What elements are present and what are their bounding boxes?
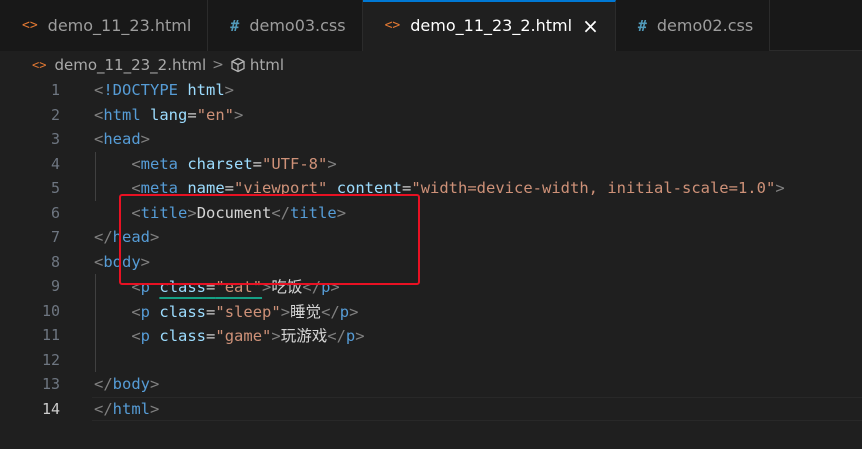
code-line[interactable]: 3 <head> — [0, 127, 862, 152]
tab-demo02-css[interactable]: # demo02.css — [615, 0, 771, 51]
editor-tab-bar: <> demo_11_23.html # demo03.css <> demo_… — [0, 0, 862, 51]
tab-demo03-css[interactable]: # demo03.css — [208, 0, 363, 51]
code-line[interactable]: 4 <meta charset="UTF-8"> — [0, 152, 862, 177]
code-text: <meta charset="UTF-8"> — [131, 154, 337, 173]
line-number: 12 — [41, 350, 60, 369]
line-number: 1 — [50, 81, 60, 100]
breadcrumb-file[interactable]: demo_11_23_2.html — [54, 56, 206, 74]
css-file-icon: # — [230, 16, 240, 35]
line-number: 3 — [50, 130, 60, 149]
code-line[interactable]: 11 <p class="game">玩游戏</p> — [0, 323, 862, 348]
close-icon[interactable]: × — [582, 16, 599, 36]
code-text: <p class="game">玩游戏</p> — [131, 327, 365, 346]
line-number: 5 — [50, 179, 60, 198]
code-text: <p class="sleep">睡觉</p> — [131, 302, 359, 321]
code-line[interactable]: 14 </html> — [0, 396, 862, 421]
line-number: 4 — [50, 154, 60, 173]
current-line-highlight — [92, 396, 862, 421]
breadcrumb-symbol[interactable]: html — [250, 56, 284, 74]
tab-label: demo03.css — [249, 16, 346, 35]
tab-label: demo_11_23_2.html — [410, 16, 573, 35]
line-number: 14 — [41, 399, 60, 418]
code-text: </body> — [94, 375, 160, 394]
code-line[interactable]: 2 <html lang="en"> — [0, 103, 862, 128]
line-number: 8 — [50, 252, 60, 271]
line-number: 6 — [50, 203, 60, 222]
line-number: 10 — [41, 301, 60, 320]
tab-bar-empty-area — [770, 0, 862, 50]
code-text: </html> — [94, 399, 160, 418]
code-text: <!DOCTYPE html> — [94, 81, 235, 100]
tab-label: demo02.css — [656, 16, 754, 35]
html-file-icon: <> — [384, 18, 401, 33]
line-number: 13 — [41, 375, 60, 394]
code-text: <html lang="en"> — [94, 105, 244, 124]
code-line[interactable]: 12 — [0, 348, 862, 373]
tab-demo-11-23-html[interactable]: <> demo_11_23.html — [0, 0, 209, 51]
code-line[interactable]: 10 <p class="sleep">睡觉</p> — [0, 299, 862, 324]
cube-icon — [230, 57, 246, 73]
line-number: 11 — [41, 326, 60, 345]
html-file-icon: <> — [22, 18, 38, 33]
line-number: 2 — [50, 105, 60, 124]
code-text: <head> — [94, 130, 151, 149]
tab-label: demo_11_23.html — [47, 16, 192, 35]
html-file-icon: <> — [32, 58, 47, 72]
highlight-box — [119, 194, 420, 285]
code-line[interactable]: 1 <!DOCTYPE html> — [0, 78, 862, 103]
breadcrumb: <> demo_11_23_2.html > html — [0, 52, 862, 78]
tab-demo-11-23-2-html[interactable]: <> demo_11_23_2.html × — [362, 0, 616, 51]
css-file-icon: # — [637, 16, 647, 35]
line-number: 7 — [50, 228, 60, 247]
chevron-right-icon: > — [212, 57, 224, 73]
line-number: 9 — [50, 277, 60, 296]
code-line[interactable]: 13 </body> — [0, 372, 862, 397]
